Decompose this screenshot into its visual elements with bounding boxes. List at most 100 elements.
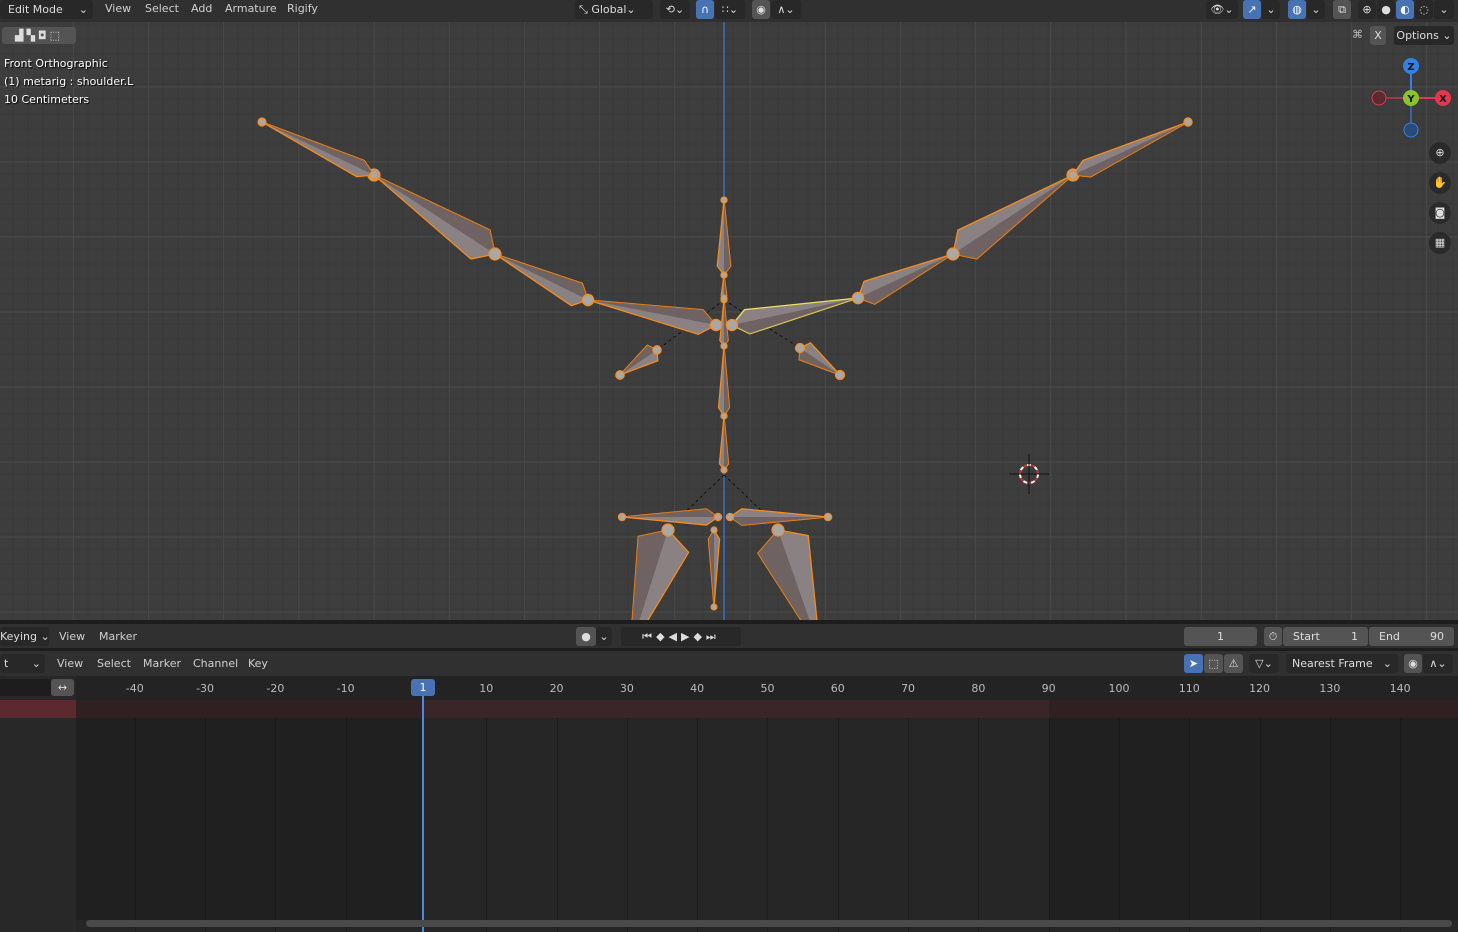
snap-mode-dropdown[interactable]: Nearest Frame ⌄ bbox=[1286, 654, 1398, 673]
dopesheet-menu-select[interactable]: Select bbox=[97, 657, 131, 670]
menu-view[interactable]: View bbox=[105, 2, 131, 15]
dopesheet-mode-dropdown[interactable]: t ⌄ bbox=[0, 654, 45, 673]
bone-joint bbox=[661, 523, 675, 537]
wireframe-shading[interactable]: ⊕ bbox=[1358, 0, 1376, 19]
frame-gridline bbox=[626, 700, 628, 932]
xray-toggle[interactable]: ⧉ bbox=[1333, 0, 1351, 19]
only-errors-toggle[interactable]: ⚠ bbox=[1224, 654, 1243, 673]
bone-shade bbox=[953, 175, 1073, 259]
frame-gridline bbox=[837, 700, 839, 932]
filter-dropdown[interactable]: ▽⌄ bbox=[1249, 654, 1279, 673]
overlay-dropdown[interactable]: ⌄ bbox=[1307, 0, 1325, 19]
pivot-dropdown[interactable]: ⟲⌄ bbox=[660, 0, 690, 19]
camera-icon[interactable]: ◙ bbox=[1429, 202, 1451, 224]
ruler-tick: 120 bbox=[1249, 682, 1271, 695]
proportional-edit-toggle[interactable]: ◉ bbox=[752, 0, 770, 19]
mode-dropdown[interactable]: Edit Mode ⌄ bbox=[0, 0, 93, 19]
scene-range-shade-left bbox=[76, 700, 423, 920]
rendered-shading[interactable]: ◌ bbox=[1415, 0, 1433, 19]
dopesheet-menu-channel[interactable]: Channel bbox=[193, 657, 238, 670]
bone-upper-arm-r bbox=[494, 253, 589, 307]
horizontal-scrollbar[interactable] bbox=[86, 920, 1452, 927]
frame-gridline bbox=[978, 700, 980, 932]
timeline-menu-view[interactable]: View bbox=[59, 630, 85, 643]
snap-toggle[interactable]: ∩ bbox=[696, 0, 714, 19]
timeline-menu-marker[interactable]: Marker bbox=[99, 630, 137, 643]
bone-shade bbox=[724, 416, 729, 470]
zoom-icon[interactable]: ⊕ bbox=[1429, 142, 1451, 164]
playback-controls[interactable]: ⏮◆◀▶◆⏭ bbox=[621, 627, 741, 646]
gizmo-y-label: Y bbox=[1406, 94, 1415, 105]
ruler-tick: 130 bbox=[1319, 682, 1341, 695]
bone-shade bbox=[724, 346, 730, 416]
bone-joint bbox=[369, 170, 379, 180]
overlay-toggle[interactable]: ◍ bbox=[1288, 0, 1306, 19]
menu-armature[interactable]: Armature bbox=[225, 2, 277, 15]
viewport-canvas[interactable]: Z Y X bbox=[0, 22, 1458, 620]
bone-joint bbox=[1183, 117, 1193, 127]
snap-target-dropdown[interactable]: ∷⌄ bbox=[715, 0, 745, 19]
menu-add[interactable]: Add bbox=[191, 2, 212, 15]
frame-gridline bbox=[908, 700, 910, 932]
bone-joint bbox=[851, 291, 865, 305]
menu-rigify[interactable]: Rigify bbox=[287, 2, 318, 15]
3d-viewport[interactable]: Z Y X bbox=[0, 22, 1458, 620]
solid-shading[interactable]: ● bbox=[1377, 0, 1395, 19]
bone-joint bbox=[725, 512, 735, 522]
select-mode-buttons[interactable]: ▟▚◘⬚ bbox=[2, 27, 76, 44]
only-selected-toggle[interactable]: ➤ bbox=[1184, 654, 1203, 673]
bone-joint bbox=[710, 603, 718, 611]
x-mirror-toggle[interactable]: X bbox=[1370, 26, 1386, 45]
resize-channel-icon[interactable]: ↔ bbox=[51, 679, 74, 696]
end-frame-field[interactable]: End 90 bbox=[1369, 627, 1454, 646]
gizmo-dropdown[interactable]: ⌄ bbox=[1262, 0, 1280, 19]
bone-joint bbox=[834, 369, 846, 381]
start-frame-field[interactable]: Start 1 bbox=[1283, 627, 1368, 646]
mirror-icon: ⌘ bbox=[1352, 28, 1363, 41]
falloff-dropdown[interactable]: ∧⌄ bbox=[771, 0, 801, 19]
shading-dropdown[interactable]: ⌄ bbox=[1434, 0, 1454, 19]
playhead-line[interactable] bbox=[422, 690, 424, 932]
bone-shade bbox=[622, 508, 718, 517]
active-object-label: (1) metarig : shoulder.L bbox=[4, 75, 134, 88]
dopesheet-proportional-toggle[interactable]: ◉ bbox=[1404, 654, 1422, 673]
auto-keying-toggle[interactable]: ● bbox=[576, 627, 596, 646]
bone-joint bbox=[1068, 170, 1078, 180]
keying-set-dropdown[interactable]: ⌄ bbox=[596, 627, 612, 646]
pan-hand-icon[interactable]: ✋ bbox=[1429, 172, 1451, 194]
ruler-tick: -10 bbox=[336, 682, 355, 695]
bone-joint bbox=[709, 318, 723, 332]
dopesheet-menu-view[interactable]: View bbox=[57, 657, 83, 670]
show-hidden-toggle[interactable]: ⬚ bbox=[1204, 654, 1223, 673]
playhead-frame-indicator[interactable]: 1 bbox=[411, 679, 435, 696]
mode-label: Edit Mode bbox=[8, 3, 63, 16]
ruler-tick: -20 bbox=[266, 682, 285, 695]
bone-joint bbox=[946, 247, 960, 261]
end-label: End bbox=[1379, 630, 1400, 643]
dopesheet-falloff-dropdown[interactable]: ∧⌄ bbox=[1423, 654, 1453, 673]
options-dropdown[interactable]: Options ⌄ bbox=[1394, 26, 1454, 45]
transform-orientation-dropdown[interactable]: ⤡ Global ⌄ bbox=[575, 0, 653, 19]
bone-joint bbox=[720, 466, 728, 474]
keying-dropdown[interactable]: Keying ⌄ bbox=[0, 627, 50, 646]
frame-gridline bbox=[556, 700, 558, 932]
channel-search-input[interactable] bbox=[0, 679, 51, 696]
current-frame-field[interactable]: 1 bbox=[1184, 627, 1257, 646]
dopesheet-menu-marker[interactable]: Marker bbox=[143, 657, 181, 670]
bone-joint bbox=[720, 342, 728, 350]
gizmo-neg-x-icon bbox=[1371, 90, 1387, 106]
start-value: 1 bbox=[1351, 630, 1358, 643]
grid-perspective-icon[interactable]: ▦ bbox=[1429, 232, 1451, 254]
visibility-dropdown[interactable]: 👁⌄ bbox=[1206, 0, 1238, 19]
preview-range-toggle[interactable]: ⏱ bbox=[1264, 627, 1282, 646]
orientation-icon: ⤡ bbox=[579, 2, 588, 16]
ruler-tick: 30 bbox=[619, 682, 634, 695]
options-label: Options bbox=[1396, 29, 1439, 42]
menu-select[interactable]: Select bbox=[145, 2, 179, 15]
bone-joint bbox=[771, 523, 785, 537]
gizmo-toggle[interactable]: ↗ bbox=[1243, 0, 1261, 19]
bone-joint bbox=[710, 526, 718, 534]
material-shading[interactable]: ◐ bbox=[1396, 0, 1414, 19]
dopesheet-menu-key[interactable]: Key bbox=[248, 657, 268, 670]
summary-channel[interactable] bbox=[0, 700, 76, 718]
